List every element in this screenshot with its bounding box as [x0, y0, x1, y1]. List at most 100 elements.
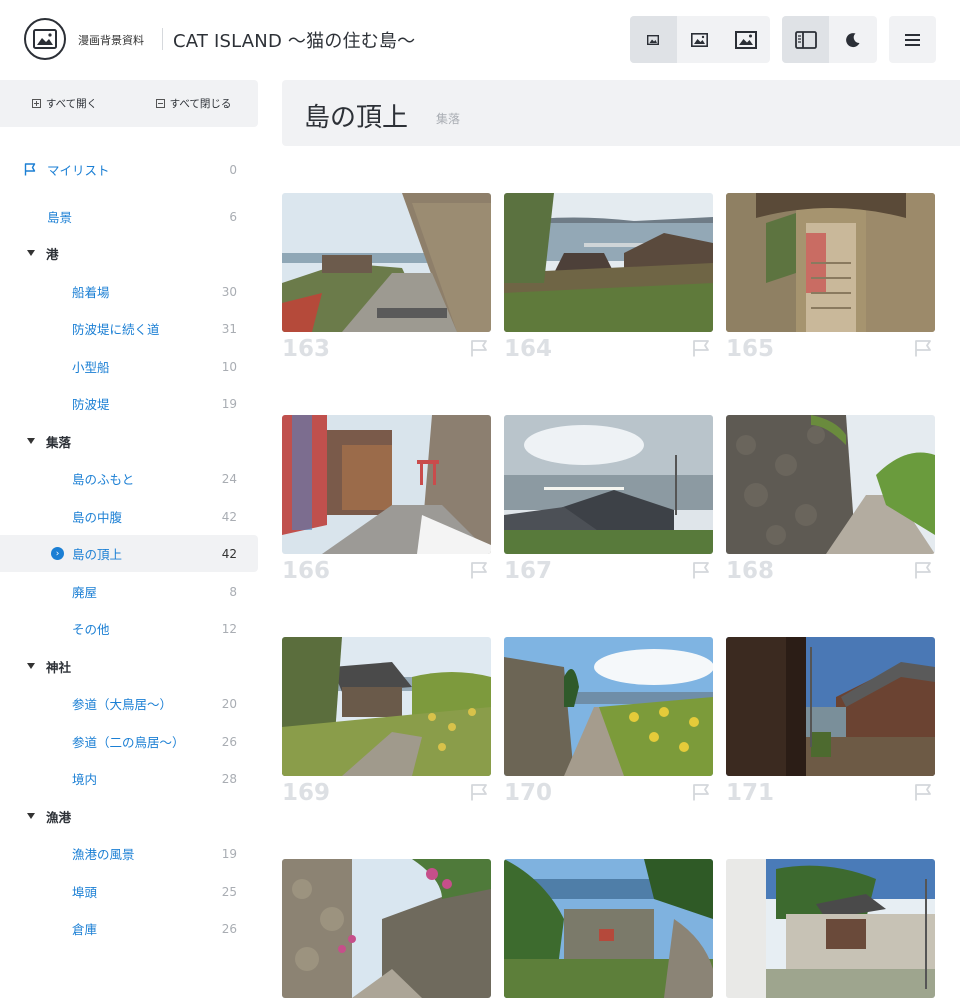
sidebar-item[interactable]: › 島の頂上 42 [0, 535, 258, 572]
photo-number: 167 [504, 558, 553, 584]
sidebar-item[interactable]: 集落 [0, 423, 258, 460]
photo-card[interactable]: 164 [504, 193, 713, 362]
sidebar-item-label: 参道（大鳥居〜） [72, 697, 173, 712]
sidebar-item[interactable]: 小型船 10 [0, 348, 258, 385]
add-to-mylist-button[interactable] [914, 340, 932, 361]
brand-name[interactable]: 漫画背景資料 [78, 32, 144, 48]
flag-icon [915, 784, 931, 801]
size-medium-button[interactable] [677, 16, 724, 63]
photo-card[interactable] [726, 859, 935, 998]
image-frame-icon [33, 29, 57, 49]
sidebar-item[interactable]: その他 12 [0, 610, 258, 647]
photo-thumbnail[interactable] [726, 859, 935, 998]
caret-down-icon[interactable] [27, 250, 35, 256]
add-to-mylist-button[interactable] [470, 562, 488, 583]
sidebar-item[interactable]: 埠頭 25 [0, 873, 258, 910]
sidebar-item-count: 24 [221, 471, 237, 486]
add-to-mylist-button[interactable] [914, 562, 932, 583]
sidebar-item-label: マイリスト [47, 163, 110, 178]
photo-card[interactable]: 167 [504, 415, 713, 584]
section-title: 島の頂上 [304, 103, 409, 133]
dark-mode-button[interactable] [829, 16, 876, 63]
add-to-mylist-button[interactable] [692, 562, 710, 583]
sidebar-item-label: 島の中腹 [72, 510, 123, 525]
photo-number: 168 [726, 558, 775, 584]
sidebar-item[interactable]: 防波堤 19 [0, 385, 258, 422]
photo-image [282, 859, 491, 998]
photo-thumbnail[interactable] [504, 415, 713, 554]
sidebar-item[interactable]: 倉庫 26 [0, 910, 258, 947]
sidebar-item[interactable]: 漁港 [0, 798, 258, 835]
sidebar-item-label: 防波堤に続く道 [72, 322, 160, 337]
photo-thumbnail[interactable] [726, 193, 935, 332]
sidebar-item-label: 港 [46, 247, 59, 262]
sidebar-item[interactable]: 防波堤に続く道 31 [0, 310, 258, 347]
photo-card[interactable]: 163 [282, 193, 491, 362]
photo-image [726, 859, 935, 998]
moon-icon [845, 32, 859, 47]
sidebar-item-label: 漁港 [46, 810, 72, 825]
plus-box-icon [31, 99, 41, 108]
photo-thumbnail[interactable] [282, 859, 491, 998]
photo-number: 164 [504, 336, 553, 362]
photo-card[interactable]: 168 [726, 415, 935, 584]
menu-button[interactable] [889, 16, 936, 63]
photo-card[interactable]: 171 [726, 637, 935, 806]
add-to-mylist-button[interactable] [692, 340, 710, 361]
photo-number: 165 [726, 336, 775, 362]
add-to-mylist-button[interactable] [914, 784, 932, 805]
photo-thumbnail[interactable] [726, 415, 935, 554]
photo-thumbnail[interactable] [282, 637, 491, 776]
photo-card[interactable] [282, 859, 491, 998]
sidebar-item-label: その他 [72, 622, 110, 637]
sidebar-toggle-icon [794, 30, 817, 49]
photo-card[interactable]: 170 [504, 637, 713, 806]
photo-card[interactable] [504, 859, 713, 998]
sidebar-item[interactable]: 廃屋 8 [0, 573, 258, 610]
photo-thumbnail[interactable] [504, 193, 713, 332]
caret-down-icon[interactable] [27, 663, 35, 669]
sidebar-item-count: 19 [221, 846, 237, 861]
photo-thumbnail[interactable] [504, 859, 713, 998]
sidebar-item[interactable]: 境内 28 [0, 760, 258, 797]
tree-toolbar: すべて開く すべて閉じる [0, 80, 258, 127]
flag-icon [915, 340, 931, 357]
photo-thumbnail[interactable] [504, 637, 713, 776]
logo[interactable] [24, 18, 66, 60]
expand-all-label: すべて開く [45, 98, 98, 110]
photo-thumbnail[interactable] [726, 637, 935, 776]
add-to-mylist-button[interactable] [470, 784, 488, 805]
header-divider [162, 28, 163, 50]
size-large-button[interactable] [723, 16, 770, 63]
section-header: 島の頂上 集落 [282, 80, 960, 146]
sidebar-item[interactable]: 漁港の風景 19 [0, 835, 258, 872]
collapse-all-button[interactable]: すべて閉じる [129, 80, 258, 127]
sidebar-item[interactable]: 港 [0, 235, 258, 272]
sidebar-item-count: 6 [229, 209, 237, 224]
sidebar-item[interactable]: 参道（大鳥居〜） 20 [0, 685, 258, 722]
add-to-mylist-button[interactable] [692, 784, 710, 805]
caret-down-icon[interactable] [27, 813, 35, 819]
photo-number: 163 [282, 336, 331, 362]
caret-down-icon[interactable] [27, 438, 35, 444]
sidebar-item-label: 島景 [47, 210, 73, 225]
photo-card[interactable]: 165 [726, 193, 935, 362]
photo-card[interactable]: 166 [282, 415, 491, 584]
sidebar-item[interactable]: 島のふもと 24 [0, 460, 258, 497]
sidebar-item[interactable]: 参道（二の鳥居〜） 26 [0, 723, 258, 760]
sidebar-item[interactable]: 船着場 30 [0, 273, 258, 310]
sidebar-item[interactable]: 島景 6 [0, 198, 258, 235]
add-to-mylist-button[interactable] [470, 340, 488, 361]
photo-card[interactable]: 169 [282, 637, 491, 806]
sidebar-item-count: 25 [221, 884, 237, 899]
sidebar-item-mylist[interactable]: マイリスト 0 [0, 151, 258, 188]
sidebar-item[interactable]: 神社 [0, 648, 258, 685]
sidebar-item[interactable]: 島の中腹 42 [0, 498, 258, 535]
sidebar-item-label: 防波堤 [72, 397, 110, 412]
photo-thumbnail[interactable] [282, 415, 491, 554]
expand-all-button[interactable]: すべて開く [0, 80, 129, 127]
sidebar-toggle-button[interactable] [782, 16, 829, 63]
size-small-button[interactable] [630, 16, 677, 63]
sidebar-item-count: 19 [221, 396, 237, 411]
photo-thumbnail[interactable] [282, 193, 491, 332]
